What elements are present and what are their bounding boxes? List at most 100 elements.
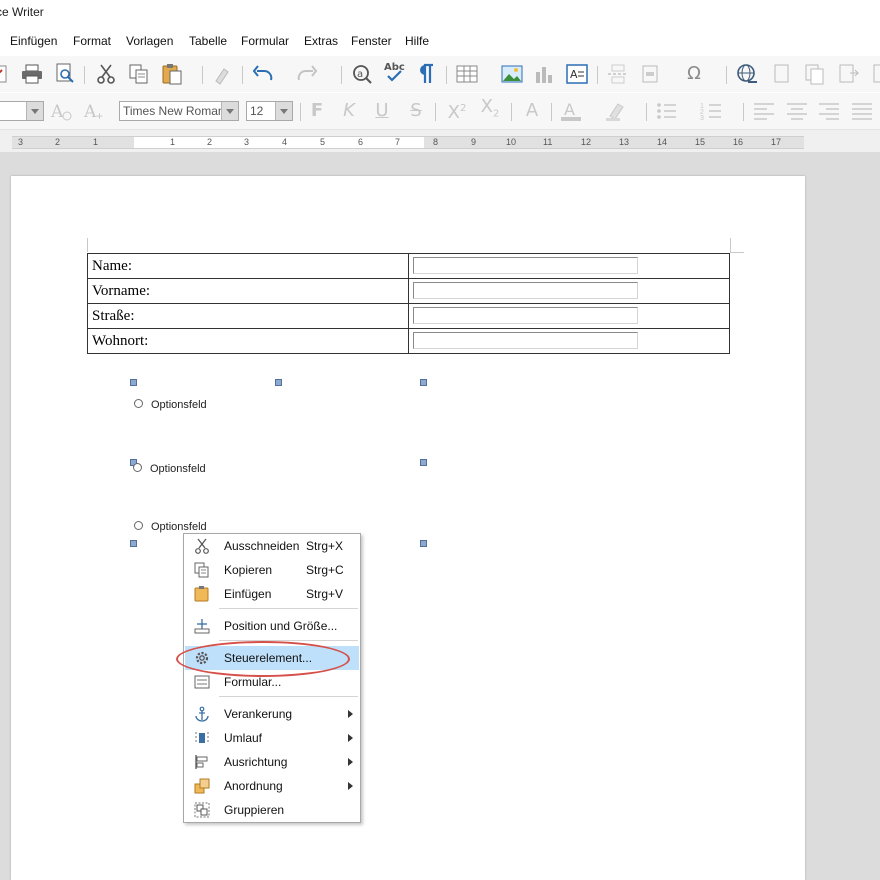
svg-text:A: A [564, 100, 575, 119]
selection-handle[interactable] [130, 540, 137, 547]
page-break-icon[interactable] [607, 63, 629, 85]
selection-handle[interactable] [420, 379, 427, 386]
menu-tabelle[interactable]: Tabelle [189, 34, 227, 48]
option-radio[interactable] [134, 521, 143, 530]
menu-vorlagen[interactable]: Vorlagen [126, 34, 173, 48]
justify-icon[interactable] [851, 100, 873, 122]
menu-item-copy[interactable]: Kopieren Strg+C [185, 558, 359, 582]
selection-handle[interactable] [420, 459, 427, 466]
print-preview-icon[interactable] [54, 63, 76, 85]
menu-item-label: Anordnung [224, 779, 283, 793]
insert-textbox-icon[interactable]: A [566, 63, 588, 85]
print-icon[interactable] [21, 63, 43, 85]
hyperlink-icon[interactable] [736, 63, 758, 85]
insert-field-icon[interactable] [640, 63, 662, 85]
paragraph-style-combo[interactable] [0, 101, 44, 121]
align-icon [194, 754, 210, 770]
new-style-icon[interactable]: A + [83, 100, 105, 122]
bullet-list-icon[interactable] [655, 100, 677, 122]
menu-hilfe[interactable]: Hilfe [405, 34, 429, 48]
align-left-icon[interactable] [753, 100, 775, 122]
strikethrough-icon[interactable]: S [405, 100, 427, 122]
vorname-textbox[interactable] [413, 282, 638, 299]
ruler-tick-label: 2 [207, 137, 213, 147]
submenu-arrow-icon [348, 734, 353, 742]
selection-handle[interactable] [420, 540, 427, 547]
font-size-combo[interactable]: 12 [246, 101, 293, 121]
wohnort-textbox[interactable] [413, 332, 638, 349]
align-center-icon[interactable] [786, 100, 808, 122]
font-color-icon[interactable]: A [560, 100, 582, 122]
menu-item-wrap[interactable]: Umlauf [185, 726, 359, 750]
form-table: Name: Vorname: Straße: Wohnort: [87, 253, 730, 354]
row-label: Straße: [87, 303, 409, 329]
superscript-icon[interactable]: X2 [446, 100, 468, 123]
option-radio[interactable] [134, 399, 143, 408]
insert-chart-icon[interactable] [533, 63, 555, 85]
underline-icon[interactable]: U [371, 100, 393, 122]
wrap-icon [194, 730, 210, 746]
ruler-tick-label: 1 [170, 137, 176, 147]
cut-icon[interactable] [95, 63, 117, 85]
menu-einfuegen[interactable]: Einfügen [10, 34, 57, 48]
comment-icon[interactable] [838, 63, 860, 85]
formatting-marks-icon[interactable] [415, 63, 437, 85]
menu-item-arrange[interactable]: Anordnung [185, 774, 359, 798]
clone-formatting-icon[interactable] [212, 63, 234, 85]
svg-text:A: A [570, 68, 578, 81]
svg-text:A: A [50, 102, 64, 122]
endnote-icon[interactable] [804, 63, 826, 85]
menu-item-group[interactable]: Gruppieren [185, 798, 359, 822]
chevron-down-icon[interactable] [275, 102, 292, 120]
redo-icon[interactable] [296, 63, 318, 85]
selection-handle[interactable] [275, 379, 282, 386]
menu-formular[interactable]: Formular [241, 34, 289, 48]
menu-item-shortcut: Strg+X [306, 539, 344, 553]
ruler-tick-label: 5 [320, 137, 326, 147]
option-label: Optionsfeld [151, 399, 207, 411]
font-name-combo[interactable]: Times New Roman [119, 101, 239, 121]
subscript-icon[interactable]: X2 [479, 96, 501, 122]
update-style-icon[interactable]: A [50, 100, 72, 122]
menu-item-position-size[interactable]: Position und Größe... [185, 614, 359, 638]
special-character-icon[interactable]: Ω [683, 63, 705, 85]
numbered-list-icon[interactable]: 123 [700, 100, 722, 122]
ruler-tick-label: 14 [657, 137, 668, 147]
menu-extras[interactable]: Extras [304, 34, 338, 48]
ruler-tick-label: 3 [18, 137, 24, 147]
option-radio[interactable] [133, 463, 142, 472]
track-changes-icon[interactable] [868, 63, 880, 85]
copy-icon[interactable] [128, 63, 150, 85]
italic-icon[interactable]: K [338, 100, 360, 122]
find-replace-icon[interactable]: a [351, 63, 373, 85]
menu-item-cut[interactable]: Ausschneiden Strg+X [185, 534, 359, 558]
menu-item-anchor[interactable]: Verankerung [185, 702, 359, 726]
row-field-cell [408, 303, 730, 329]
context-menu: Ausschneiden Strg+X Kopieren Strg+C Einf… [183, 533, 361, 823]
undo-icon[interactable] [252, 63, 274, 85]
menu-item-paste[interactable]: Einfügen Strg+V [185, 582, 359, 606]
crop-mark [730, 238, 731, 252]
spellcheck-icon[interactable]: Abc [383, 61, 405, 83]
menu-item-alignment[interactable]: Ausrichtung [185, 750, 359, 774]
export-pdf-icon[interactable] [0, 63, 12, 85]
chevron-down-icon[interactable] [221, 102, 238, 120]
insert-table-icon[interactable] [456, 63, 478, 85]
align-right-icon[interactable] [818, 100, 840, 122]
font-size-value: 12 [250, 104, 264, 118]
strasse-textbox[interactable] [413, 307, 638, 324]
menu-bar: Einfügen Format Vorlagen Tabelle Formula… [0, 28, 880, 54]
menu-item-label: Verankerung [224, 707, 293, 721]
menu-item-label: Kopieren [224, 563, 273, 577]
menu-fenster[interactable]: Fenster [351, 34, 392, 48]
paste-icon[interactable] [161, 63, 183, 85]
insert-image-icon[interactable] [501, 63, 523, 85]
menu-format[interactable]: Format [73, 34, 111, 48]
chevron-down-icon[interactable] [26, 102, 43, 120]
footnote-icon[interactable] [771, 63, 793, 85]
clear-formatting-icon[interactable]: A [521, 100, 543, 122]
bold-icon[interactable]: F [306, 100, 328, 122]
highlight-color-icon[interactable] [605, 100, 627, 122]
name-textbox[interactable] [413, 257, 638, 274]
selection-handle[interactable] [130, 379, 137, 386]
